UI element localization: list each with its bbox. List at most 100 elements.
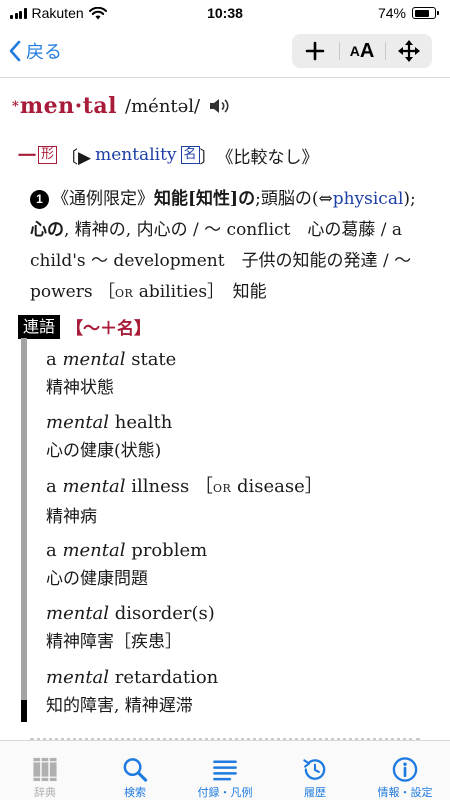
tab-label: 検索	[124, 787, 146, 799]
collocation-item: a mental state 精神状態	[46, 346, 426, 402]
collocation-en: a mental state	[46, 346, 426, 374]
collocation-item: mental health 心の健康(状態)	[46, 409, 426, 465]
def-bold-2: 心の	[30, 220, 64, 240]
usage-note: 《通例限定》	[52, 189, 154, 209]
colloc-term: mental	[62, 476, 126, 497]
headword: men·tal	[19, 93, 118, 119]
colloc-term: mental	[46, 667, 110, 688]
colloc-term: mental	[62, 349, 126, 370]
colloc-term: mental	[46, 412, 110, 433]
collocation-side-bar	[21, 338, 27, 722]
info-icon	[392, 757, 418, 782]
colloc-post: problem	[125, 540, 208, 561]
tab-label: 情報・設定	[377, 787, 433, 799]
or-mark: OR	[212, 482, 232, 495]
collocation-ja: 心の健康問題	[46, 569, 148, 589]
collocation-en: a mental illness ［OR disease］	[46, 473, 426, 503]
tab-label: 履歴	[304, 787, 326, 799]
battery-icon	[412, 7, 439, 19]
collocation-pattern: 【～＋名】	[66, 319, 152, 339]
part-of-speech-line: 一 形 〔▶ mentality 名 〕 《比較なし》	[18, 142, 319, 168]
dictionary-icon	[33, 757, 57, 782]
collocation-item: a mental illness ［OR disease］ 精神病	[46, 473, 426, 531]
dictionary-entry: * men·tal /méntəl/ 一 形 〔▶ mentality 名 〕 …	[0, 78, 450, 740]
def-text-2: );	[403, 189, 416, 209]
colloc-post-2: disease］	[231, 476, 323, 497]
toolbar-group: AA	[292, 34, 432, 68]
pos-dash: 一	[18, 146, 36, 167]
collocation-ja: 精神状態	[46, 378, 114, 398]
move-arrows-icon	[397, 40, 420, 62]
tab-label: 付録・凡例	[197, 787, 253, 799]
status-bar: Rakuten 10:38 74%	[0, 0, 450, 26]
collocation-ja: 精神障害［疾患］	[46, 632, 182, 652]
colloc-post: illness ［	[125, 476, 213, 497]
collocation-ja: 知的障害, 精神遅滞	[46, 696, 193, 716]
pos-tag: 形	[38, 146, 58, 164]
importance-mark: *	[12, 98, 19, 114]
tab-dictionary[interactable]: 辞典	[0, 741, 90, 800]
pronunciation: /méntəl/	[125, 95, 201, 117]
collocation-en: a mental problem	[46, 537, 426, 565]
collocation-item: a mental problem 心の健康問題	[46, 537, 426, 593]
colloc-post: state	[125, 349, 177, 370]
font-size-button[interactable]: AA	[338, 34, 386, 68]
antonym-link[interactable]: physical	[333, 189, 404, 209]
back-label: 戻る	[26, 42, 62, 62]
def-text-1: ;頭脳の(⇔	[255, 189, 333, 209]
tab-history[interactable]: 履歴	[270, 741, 360, 800]
plus-icon	[306, 41, 325, 61]
derived-word-link[interactable]: mentality	[95, 145, 176, 165]
collocation-ja: 精神病	[46, 507, 97, 527]
font-big-a: A	[359, 39, 375, 62]
def-main-2: 知性	[196, 189, 231, 209]
colloc-post: retardation	[109, 667, 219, 688]
bracket-close: 〕	[199, 147, 217, 168]
derived-pos-tag: 名	[180, 146, 200, 164]
def-text-4: abilities］ 知能	[133, 282, 267, 302]
collocation-en: mental retardation	[46, 664, 426, 692]
headword-line: * men·tal /méntəl/	[12, 93, 232, 119]
colloc-pre: a	[46, 476, 63, 497]
colloc-post: health	[109, 412, 173, 433]
def-main-1: 知能	[154, 189, 188, 209]
bracket-open: 〔▶	[61, 147, 92, 168]
sense-number: 1	[30, 190, 49, 209]
battery-fill	[414, 9, 429, 17]
tab-search[interactable]: 検索	[90, 741, 180, 800]
tab-label: 辞典	[34, 787, 56, 799]
nav-bar: 戻る AA	[0, 26, 450, 78]
or-mark: OR	[114, 287, 134, 300]
tab-bar: 辞典 検索 付録・凡例 履歴 情報・設定	[0, 740, 450, 800]
battery-percent: 74%	[377, 5, 406, 21]
tab-info-settings[interactable]: 情報・設定	[360, 741, 450, 800]
status-right: 74%	[377, 5, 439, 21]
chevron-left-icon	[9, 40, 21, 62]
collocation-tag: 連語	[18, 314, 61, 339]
colloc-term: mental	[62, 540, 126, 561]
tab-appendix[interactable]: 付録・凡例	[180, 741, 270, 800]
comparison-note: 《比較なし》	[216, 147, 319, 168]
definition-1: 1 《通例限定》知能[知性]の;頭脳の(⇔physical);心の, 精神の, 内…	[30, 184, 425, 309]
collocation-ja: 心の健康(状態)	[46, 441, 162, 461]
move-button[interactable]	[385, 34, 432, 68]
colloc-term: mental	[46, 603, 110, 624]
collocation-item: mental disorder(s) 精神障害［疾患］	[46, 600, 426, 656]
collocation-en: mental disorder(s)	[46, 600, 426, 628]
font-small-a: A	[349, 43, 360, 59]
collocation-header: 連語 【～＋名】	[18, 314, 151, 339]
def-particle: の	[238, 189, 256, 209]
back-button[interactable]: 戻る	[8, 38, 62, 64]
colloc-pre: a	[46, 540, 63, 561]
collocation-en: mental health	[46, 409, 426, 437]
speaker-icon[interactable]	[208, 97, 232, 115]
colloc-post: disorder(s)	[109, 603, 215, 624]
def-bracket-2: ]	[230, 189, 239, 209]
search-icon	[123, 758, 148, 782]
list-icon	[213, 760, 237, 781]
collocation-item: mental retardation 知的障害, 精神遅滞	[46, 664, 426, 720]
def-bracket-1: [	[188, 189, 197, 209]
colloc-pre: a	[46, 349, 63, 370]
add-button[interactable]	[292, 34, 339, 68]
history-icon	[303, 759, 326, 780]
